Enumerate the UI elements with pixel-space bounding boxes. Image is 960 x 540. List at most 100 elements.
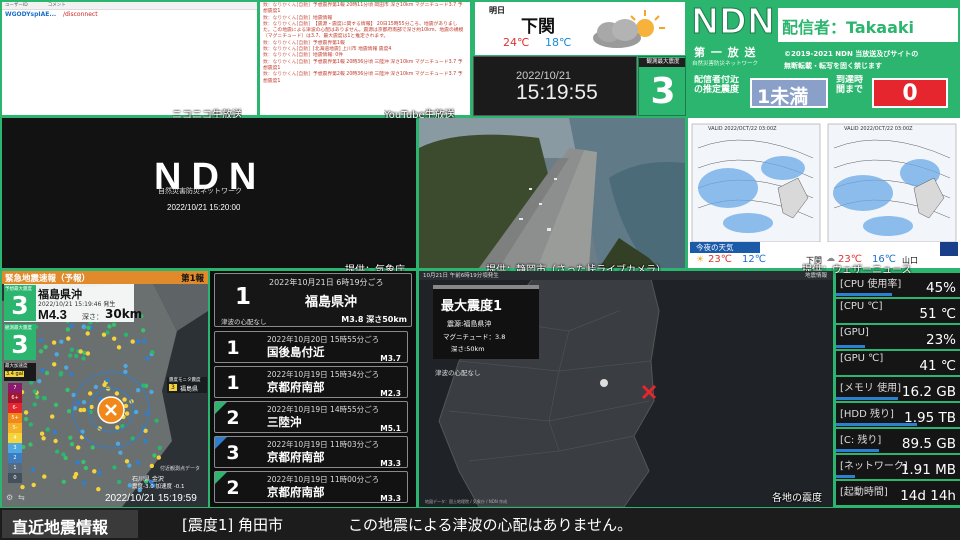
arrival-box: 0	[872, 78, 948, 108]
max-intensity-box: 観測最大震度 3	[638, 56, 686, 116]
station-dot	[149, 463, 154, 469]
station-dot	[28, 422, 33, 427]
quake-history-card[interactable]: 1 2022年10月19日 15時34分ごろ 京都府南部 M2.3	[214, 366, 408, 398]
monitor-place: 福島県	[180, 386, 199, 393]
station-dot	[45, 427, 50, 432]
pc-stat-row: [メモリ 使用] 16.2 GB	[836, 377, 960, 401]
station-dot	[52, 362, 57, 367]
station-dot	[97, 470, 102, 476]
yt-chat-text: 予想震界第1報	[312, 40, 345, 46]
station-dot	[90, 445, 95, 450]
yt-chat-line[interactable]: 数：なりかくん[自動] 予想震界第2報 20時36分頃 三陸沖 深さ10km マグ…	[260, 72, 470, 85]
station-dot	[111, 322, 117, 327]
yt-chat-user: 数：なりかくん[自動]	[263, 47, 310, 53]
eew-magnitude: M4.3	[38, 307, 67, 322]
station-dot	[32, 389, 37, 394]
station-dot	[93, 384, 99, 390]
yt-chat-line[interactable]: 数：なりかくん[自動] 予想震界第1報 20時36分頃 三陸沖 深さ10km マグ…	[260, 60, 470, 73]
sun-cloud-icon: ☀	[696, 255, 705, 265]
accel-box: 最大加速度 3.4 gal	[4, 363, 36, 381]
station-dot	[31, 482, 36, 488]
station-dot	[44, 370, 50, 376]
ndn-screen-time: 2022/10/21 15:20:00	[167, 203, 241, 212]
station-dot	[88, 391, 93, 396]
pc-stat-key: [CPU ℃]	[840, 301, 883, 312]
pc-stat-bar	[836, 475, 855, 478]
station-label: 付近観測点データ	[160, 466, 201, 472]
scale-step: 2	[8, 453, 22, 463]
station-dot	[136, 460, 141, 465]
yt-chat-user: 数：なりかくん[自動]	[263, 59, 310, 65]
map-header: 10月21日 午前6時19分頃発生 地震情報	[419, 271, 833, 280]
yt-chat-line[interactable]: 数：なりかくん[自動] 【震源・震度に関する情報】 20日15時55分ころ、地震が…	[260, 22, 470, 41]
latest-datetime: 2022年10月21日 6時19分ごろ	[269, 278, 384, 287]
monitor-label: 震度モニタ震度	[169, 378, 201, 383]
station-dot	[150, 350, 155, 355]
yt-chat-user: 数：なりかくん[自動]	[263, 40, 310, 46]
station-dot	[51, 340, 57, 345]
station-dot	[58, 372, 63, 377]
ticker-label-box: 直近地震情報	[2, 510, 138, 538]
quake-history-card[interactable]: 3 2022年10月19日 11時03分ごろ 京都府南部 M3.3	[214, 436, 408, 468]
copyright-line2: 無断転載・転写を固く禁じます	[784, 62, 882, 70]
station-dot	[143, 438, 148, 444]
station-dot	[37, 379, 42, 384]
scale-step: 5-	[8, 423, 22, 433]
station-dot	[152, 453, 157, 458]
eew-title: 緊急地震速報（予報）	[5, 274, 91, 284]
share-icon[interactable]: ⇆	[18, 493, 25, 502]
map-title: 最大震度1	[441, 299, 503, 314]
station-dot	[39, 431, 45, 436]
broadcaster-box: 配信者：Takaaki	[778, 8, 958, 42]
scale-step: 5+	[8, 413, 22, 423]
chat-row[interactable]: WGODYspIAE... /disconnect	[2, 10, 257, 19]
pc-stat-row: [ネットワーク] 1.91 MB	[836, 455, 960, 479]
pc-stat-row: [CPU ℃] 51 ℃	[836, 299, 960, 323]
quake-place: 京都府南部	[267, 485, 325, 499]
map-footer: 地図データ：国土地理院 / 気象庁 / NDN 作成	[425, 499, 508, 504]
ndn-screen-panel: NDN 自然災害防災ネットワーク 2022/10/21 15:20:00	[2, 118, 416, 268]
pc-stat-key: [GPU]	[840, 327, 869, 338]
quake-place: 三陸沖	[267, 415, 302, 429]
settings-icon[interactable]: ⚙	[6, 493, 13, 502]
weather-low: 18℃	[545, 36, 572, 49]
pc-stat-value: 41 ℃	[919, 358, 956, 374]
monitor-box: 震度モニタ震度 3 福島県	[167, 377, 207, 393]
station-dot	[83, 465, 89, 471]
pc-stat-value: 1.91 MB	[900, 462, 956, 478]
station-dot	[136, 339, 141, 344]
weather-panel: 明日 下関 24℃ 18℃	[475, 2, 685, 55]
copyright-line1: ©2019-2021 NDN 当放送及びサイトの	[784, 50, 919, 58]
station-dot	[156, 455, 161, 460]
quake-intensity: 2	[226, 477, 240, 499]
ndn-header: NDN 配信者：Takaaki 第 一 放 送 自然災害防災ネットワーク ©20…	[688, 2, 960, 116]
yt-chat-line[interactable]: 数：なりかくん[自動] 予想震界第1報 20時11分頃 岡田市 深さ10km マグ…	[260, 3, 470, 16]
pc-stat-bar	[836, 345, 865, 348]
scale-step: 3	[8, 443, 22, 453]
station-dot	[61, 479, 66, 484]
station-dot	[112, 336, 117, 341]
quake-history-card[interactable]: 2 2022年10月19日 14時55分ごろ 三陸沖 M5.1	[214, 401, 408, 433]
monitor-value: 3	[169, 384, 177, 391]
yt-chat-user: 数：なりかくん[自動]	[263, 3, 310, 8]
quake-history-card[interactable]: 2 2022年10月19日 11時00分ごろ 京都府南部 M3.3	[214, 471, 408, 503]
station-dot	[55, 449, 60, 454]
station-dot	[122, 397, 127, 402]
ticker-item2: この地震による津波の心配はありません。	[348, 516, 633, 534]
quake-latest-card[interactable]: 2022年10月21日 6時19分ごろ 1 福島県沖 津波の心配なし M3.8 …	[214, 273, 412, 327]
pc-stat-bar	[836, 423, 917, 426]
scale-step: 6-	[8, 403, 22, 413]
station-dot	[41, 395, 47, 401]
station-name: 第 一 放 送	[694, 46, 757, 59]
station-dot	[50, 414, 55, 419]
pc-stat-row: [GPU] 23%	[836, 325, 960, 349]
quake-intensity: 3	[226, 442, 240, 464]
scale-step: 4	[8, 433, 22, 443]
quake-history-card[interactable]: 1 2022年10月20日 15時55分ごろ 国後島付近 M3.7	[214, 331, 408, 363]
station-dot	[38, 349, 44, 354]
pc-stat-key: [ネットワーク]	[840, 461, 908, 472]
pc-stat-key: [メモリ 使用]	[840, 383, 901, 394]
pc-stat-row: [C: 残り] 89.5 GB	[836, 429, 960, 453]
quake-intensity: 1	[226, 337, 240, 359]
obs-max-value: 3	[11, 330, 29, 359]
